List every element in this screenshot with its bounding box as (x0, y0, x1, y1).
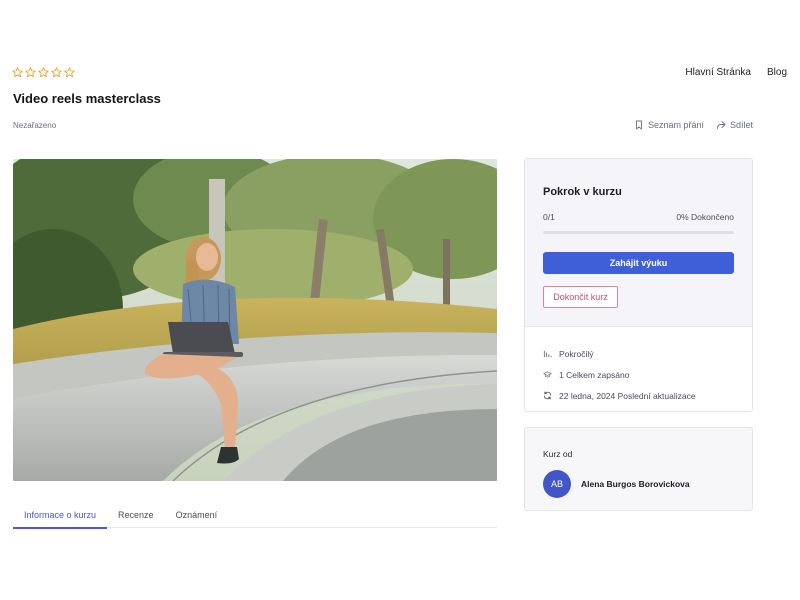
author-row[interactable]: AB Alena Burgos Borovickova (543, 470, 690, 498)
course-title: Video reels masterclass (13, 91, 161, 106)
course-enrolled: 1 Celkem zapsáno (543, 364, 734, 385)
share-button[interactable]: Sdílet (716, 120, 753, 130)
graduation-cap-icon (543, 371, 552, 378)
bookmark-icon (636, 120, 642, 130)
course-hero-image (13, 159, 497, 481)
avatar[interactable]: AB (543, 470, 571, 498)
course-level: Pokročilý (543, 343, 734, 364)
course-updated: 22 ledna, 2024 Poslední aktualizace (543, 385, 734, 406)
progress-meta: 0/1 0% Dokončeno (543, 212, 734, 222)
course-rating (12, 67, 75, 78)
progress-title: Pokrok v kurzu (543, 186, 622, 198)
nav-blog-link[interactable]: Blog (767, 67, 787, 78)
star-outline-icon (51, 67, 62, 78)
star-outline-icon (25, 67, 36, 78)
author-name[interactable]: Alena Burgos Borovickova (581, 479, 690, 489)
start-learning-button[interactable]: Zahájit výuku (543, 252, 734, 274)
finish-course-button[interactable]: Dokončit kurz (543, 286, 618, 308)
course-author-card: Kurz od AB Alena Burgos Borovickova (524, 427, 753, 511)
share-label: Sdílet (730, 120, 754, 130)
star-outline-icon (38, 67, 49, 78)
author-label: Kurz od (543, 449, 573, 459)
top-nav: Hlavní Stránka Blog (685, 67, 787, 78)
star-outline-icon (12, 67, 23, 78)
tab-announcements[interactable]: Oznámení (165, 506, 229, 528)
progress-bar (543, 231, 734, 234)
progress-count: 0/1 (543, 212, 555, 222)
course-enrolled-text: 1 Celkem zapsáno (559, 369, 630, 380)
nav-home-link[interactable]: Hlavní Stránka (685, 67, 751, 78)
progress-section: Pokrok v kurzu 0/1 0% Dokončeno Zahájit … (525, 159, 752, 327)
course-thumbnail (13, 159, 497, 481)
course-category[interactable]: Nezařazeno (13, 121, 56, 130)
tab-course-info[interactable]: Informace o kurzu (13, 506, 108, 529)
course-page: Hlavní Stránka Blog Video reels mastercl… (0, 0, 800, 600)
wishlist-label: Seznam přání (648, 120, 705, 130)
course-level-text: Pokročilý (559, 348, 594, 359)
course-updated-text: 22 ledna, 2024 Poslední aktualizace (559, 390, 696, 401)
wishlist-button[interactable]: Seznam přání (634, 120, 704, 130)
course-actions: Seznam přání Sdílet (634, 120, 753, 130)
star-outline-icon (64, 67, 75, 78)
bar-chart-icon (543, 350, 552, 358)
share-icon (717, 121, 726, 129)
tab-reviews[interactable]: Recenze (107, 506, 165, 528)
refresh-icon (543, 391, 552, 400)
course-info-list: Pokročilý 1 Celkem zapsáno 22 ledna, 202… (525, 327, 752, 406)
progress-percent: 0% Dokončeno (676, 212, 734, 222)
course-progress-card: Pokrok v kurzu 0/1 0% Dokončeno Zahájit … (524, 158, 753, 412)
course-tabs: Informace o kurzu Recenze Oznámení (13, 506, 497, 529)
